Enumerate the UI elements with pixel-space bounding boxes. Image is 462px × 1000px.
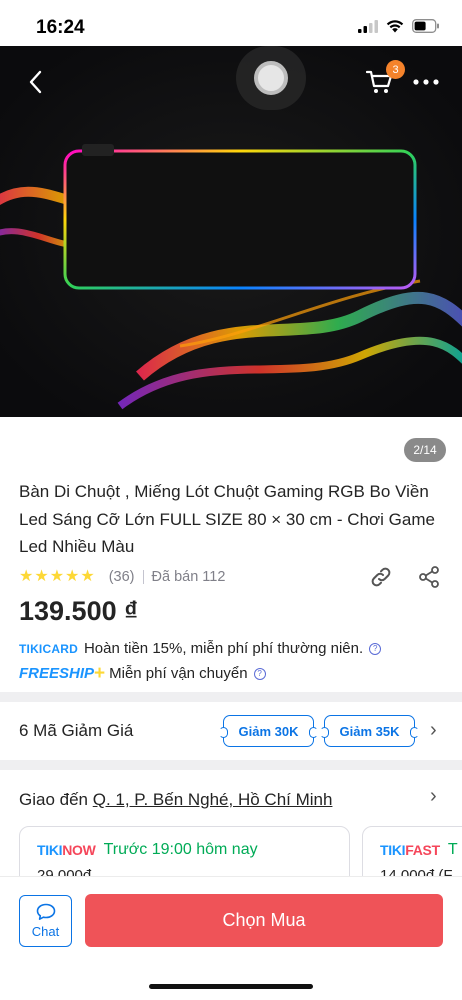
chat-bubble-icon xyxy=(36,903,55,920)
tikifast-logo-a: TIKI xyxy=(380,842,406,858)
freeship-text: Miễn phí vận chuyển xyxy=(109,665,248,682)
star-icon: ★ xyxy=(65,568,80,585)
coupon-title: 6 Mã Giảm Giá xyxy=(19,721,134,740)
coupon-chip[interactable]: Giảm 30K xyxy=(219,715,318,747)
chat-label: Chat xyxy=(31,924,60,939)
wifi-icon xyxy=(386,20,404,33)
bottom-action-bar: Chat Chọn Mua xyxy=(0,876,462,1000)
tikicard-promo[interactable]: TIKICARD Hoàn tiền 15%, miễn phí phí thư… xyxy=(19,640,382,657)
product-title: Bàn Di Chuột , Miếng Lót Chuột Gaming RG… xyxy=(19,482,435,556)
review-count[interactable]: (36) xyxy=(109,569,135,585)
delivery-address-row[interactable]: Giao đến Q. 1, P. Bến Nghé, Hồ Chí Minh xyxy=(19,790,332,810)
status-bar: 16:24 xyxy=(0,0,462,46)
more-button[interactable] xyxy=(407,63,445,101)
share-icon xyxy=(419,566,439,588)
back-button[interactable] xyxy=(16,63,54,101)
product-image[interactable]: 3 xyxy=(0,46,462,417)
freeship-logo: FREESHIP xyxy=(19,665,95,682)
tikinow-logo: TIKINOW xyxy=(37,842,96,858)
star-icon: ★ xyxy=(49,568,65,585)
buy-button[interactable]: Chọn Mua xyxy=(85,894,443,947)
chevron-right-icon[interactable]: › xyxy=(430,719,437,742)
cart-button[interactable]: 3 xyxy=(361,60,405,101)
rating-stars: ★ ★ ★ ★ ★ xyxy=(19,569,95,585)
camera-icon xyxy=(254,61,288,95)
product-price: 139.500 ₫ xyxy=(19,596,138,626)
tikinow-logo-b: NOW xyxy=(62,842,96,858)
image-counter: 2/14 xyxy=(404,438,446,462)
cart-count-badge: 3 xyxy=(386,60,405,79)
tikicard-logo-main: TIKI xyxy=(19,641,43,656)
delivery-address[interactable]: Q. 1, P. Bến Nghé, Hồ Chí Minh xyxy=(93,790,333,809)
delivery-time: Trước 19:00 hôm nay xyxy=(103,841,258,858)
tikifast-logo-b: FAST xyxy=(405,842,440,858)
tikicard-text: Hoàn tiền 15%, miễn phí phí thường niên. xyxy=(83,640,364,657)
mousepad-photo xyxy=(0,46,462,417)
info-icon[interactable]: ? xyxy=(369,642,382,655)
rating-row[interactable]: ★ ★ ★ ★ ★ (36) Đã bán 112 xyxy=(19,566,225,588)
copy-link-button[interactable] xyxy=(369,565,393,594)
home-indicator xyxy=(149,984,313,989)
tikicard-logo-sub: CARD xyxy=(42,641,78,656)
section-divider xyxy=(0,692,462,702)
coupon-chip[interactable]: Giảm 35K xyxy=(320,715,419,747)
star-icon: ★ xyxy=(19,568,34,585)
status-time: 16:24 xyxy=(36,17,85,38)
section-divider xyxy=(0,760,462,770)
chevron-left-icon xyxy=(29,70,42,94)
camera-button[interactable] xyxy=(236,46,306,110)
info-icon[interactable]: ? xyxy=(253,667,266,680)
star-icon: ★ xyxy=(34,568,49,585)
tikinow-logo-a: TIKI xyxy=(37,842,63,858)
plus-icon: + xyxy=(94,663,106,684)
coupon-section[interactable]: 6 Mã Giảm Giá Giảm 30K Giảm 35K › xyxy=(19,711,449,751)
divider xyxy=(142,570,144,584)
delivery-prefix: Giao đến xyxy=(19,790,88,809)
chat-button[interactable]: Chat xyxy=(19,895,72,947)
delivery-time: T xyxy=(447,841,458,858)
chevron-right-icon[interactable]: › xyxy=(430,785,437,808)
star-icon: ★ xyxy=(80,568,95,585)
share-button[interactable] xyxy=(417,565,441,594)
more-dots-icon xyxy=(413,79,439,85)
status-icons xyxy=(358,19,440,33)
battery-icon xyxy=(412,19,439,33)
tikifast-logo: TIKIFAST xyxy=(380,842,440,858)
signal-icon xyxy=(358,19,378,33)
link-icon xyxy=(371,567,391,587)
sold-count: Đã bán 112 xyxy=(151,569,226,585)
freeship-promo[interactable]: FREESHIP + Miễn phí vận chuyển ? xyxy=(19,664,266,683)
tikicard-logo: TIKICARD xyxy=(19,642,78,656)
